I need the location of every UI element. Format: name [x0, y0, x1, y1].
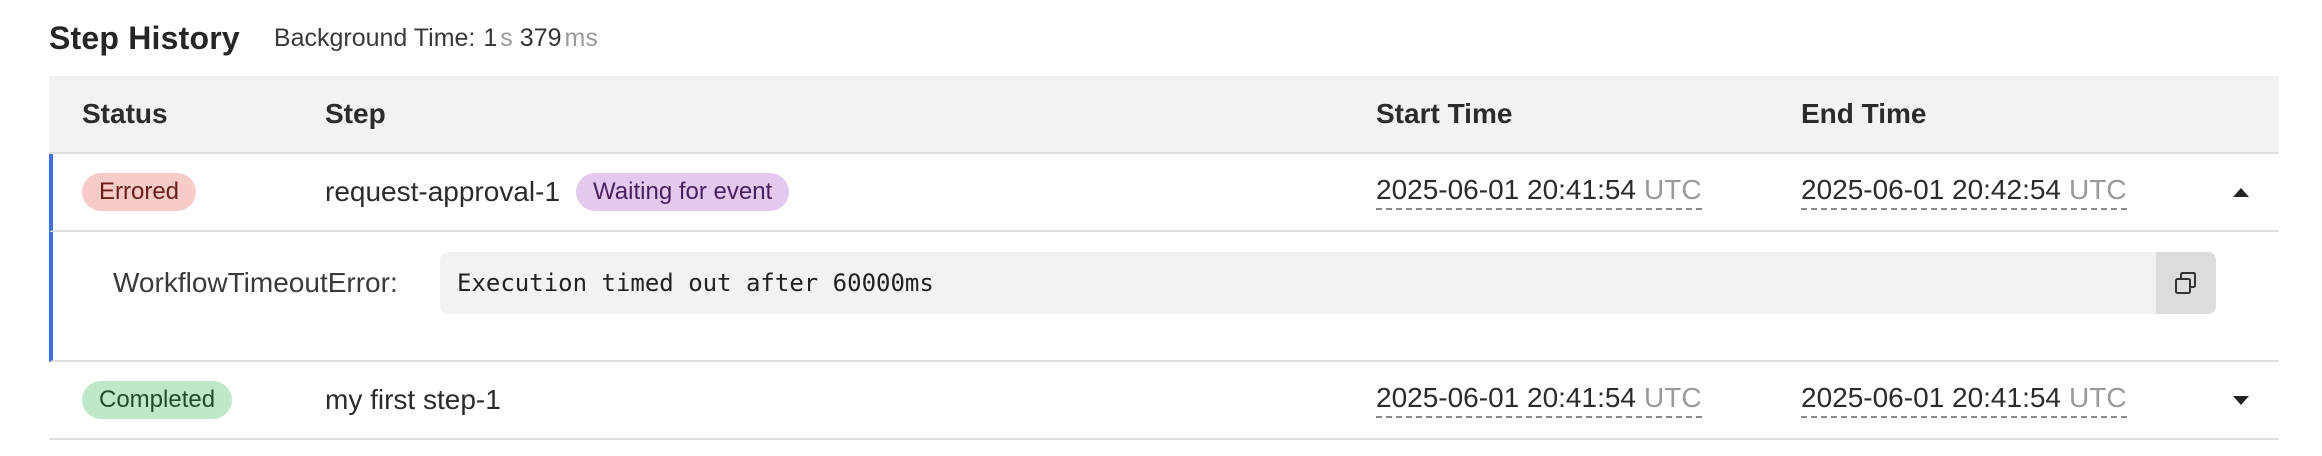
- step-history-page: Step History Background Time: 1 s 379 ms…: [0, 0, 2322, 456]
- error-details: WorkflowTimeoutError: Execution timed ou…: [49, 232, 2279, 362]
- status-cell: Errored: [82, 154, 197, 230]
- background-time: Background Time: 1 s 379 ms: [274, 24, 605, 53]
- error-message: Execution timed out after 60000ms: [457, 269, 934, 297]
- ms-unit: ms: [564, 23, 598, 52]
- table-header: Status Step Start Time End Time: [49, 76, 2279, 154]
- error-type: WorkflowTimeoutError:: [113, 267, 398, 298]
- end-time[interactable]: 2025-06-01 20:42:54 UTC: [1801, 173, 2127, 210]
- error-message-box: Execution timed out after 60000ms: [440, 252, 2216, 314]
- step-cell: request-approval-1 Waiting for event: [325, 154, 790, 230]
- table-row[interactable]: Errored request-approval-1 Waiting for e…: [49, 154, 2279, 232]
- step-cell: my first step-1: [325, 362, 501, 438]
- start-time-timezone: UTC: [1644, 173, 1702, 205]
- table-row[interactable]: Completed my first step-1 2025-06-01 20:…: [49, 362, 2279, 440]
- end-time-timezone: UTC: [2069, 173, 2127, 205]
- start-time[interactable]: 2025-06-01 20:41:54 UTC: [1376, 381, 1702, 418]
- column-header-status: Status: [82, 98, 168, 129]
- start-time[interactable]: 2025-06-01 20:41:54 UTC: [1376, 173, 1702, 210]
- end-time-cell: 2025-06-01 20:41:54 UTC: [1801, 362, 2127, 438]
- start-time-value: 2025-06-01 20:41:54: [1376, 173, 1636, 205]
- caret-down-icon[interactable]: [2233, 396, 2249, 405]
- step-name: request-approval-1: [325, 176, 561, 207]
- page-title: Step History: [49, 19, 240, 56]
- status-badge: Completed: [82, 381, 233, 419]
- background-time-seconds: 1: [483, 23, 498, 52]
- end-time-timezone: UTC: [2069, 381, 2127, 413]
- end-time[interactable]: 2025-06-01 20:41:54 UTC: [1801, 381, 2127, 418]
- seconds-unit: s: [500, 23, 513, 52]
- caret-up-icon[interactable]: [2233, 188, 2249, 197]
- column-header-end-time: End Time: [1801, 98, 1927, 129]
- copy-button[interactable]: [2156, 252, 2216, 314]
- end-time-cell: 2025-06-01 20:42:54 UTC: [1801, 154, 2127, 230]
- status-cell: Completed: [82, 362, 233, 438]
- start-time-value: 2025-06-01 20:41:54: [1376, 381, 1636, 413]
- start-time-cell: 2025-06-01 20:41:54 UTC: [1376, 362, 1702, 438]
- start-time-cell: 2025-06-01 20:41:54 UTC: [1376, 154, 1702, 230]
- step-name: my first step-1: [325, 384, 501, 415]
- column-header-start-time: Start Time: [1376, 98, 1513, 129]
- end-time-value: 2025-06-01 20:41:54: [1801, 381, 2061, 413]
- waiting-badge: Waiting for event: [576, 173, 790, 211]
- background-time-ms: 379: [519, 23, 562, 52]
- step-history-header: Step History Background Time: 1 s 379 ms: [49, 14, 605, 62]
- start-time-timezone: UTC: [1644, 381, 1702, 413]
- end-time-value: 2025-06-01 20:42:54: [1801, 173, 2061, 205]
- column-header-step: Step: [325, 98, 386, 129]
- background-time-label: Background Time:: [273, 23, 476, 52]
- copy-icon: [2175, 272, 2196, 294]
- status-badge: Errored: [82, 173, 197, 211]
- step-history-table: Status Step Start Time End Time Errored …: [49, 76, 2279, 440]
